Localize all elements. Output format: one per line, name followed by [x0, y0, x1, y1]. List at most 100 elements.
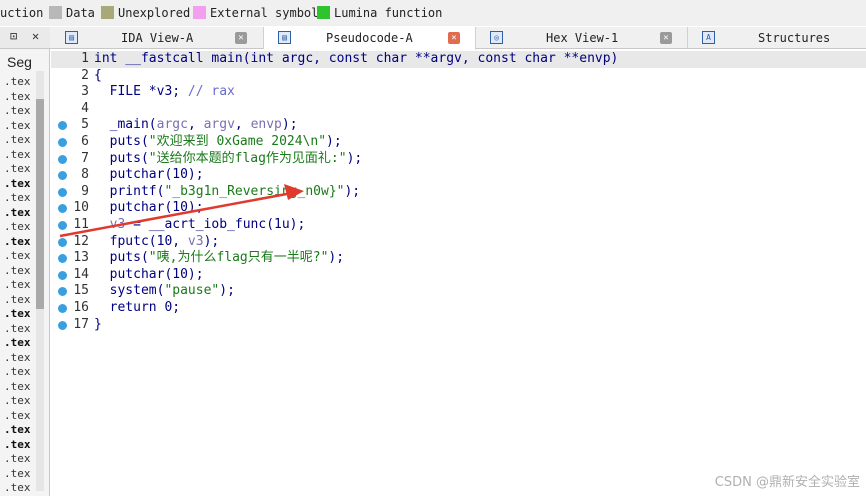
- code-token: putchar(10);: [94, 167, 204, 183]
- list-item[interactable]: .tex: [0, 104, 36, 119]
- breakpoint-dot-icon[interactable]: [58, 204, 67, 214]
- breakpoint-dot-icon[interactable]: [58, 270, 67, 280]
- list-item[interactable]: .tex: [0, 148, 36, 163]
- code-line[interactable]: 6 puts("欢迎来到 0xGame 2024\n");: [51, 134, 866, 151]
- code-text: system("pause");: [94, 283, 235, 300]
- code-line[interactable]: 15 system("pause");: [51, 283, 866, 300]
- tab-structures[interactable]: A Structures: [688, 27, 866, 49]
- code-line[interactable]: 7 puts("送给你本题的flag作为见面礼:");: [51, 151, 866, 168]
- code-line[interactable]: 8 putchar(10);: [51, 167, 866, 184]
- line-number: 12: [73, 233, 89, 249]
- code-line[interactable]: 11 v3 = __acrt_iob_func(1u);: [51, 217, 866, 234]
- breakpoint-dot-icon[interactable]: [58, 171, 67, 181]
- code-text: fputc(10, v3);: [94, 233, 220, 251]
- list-item[interactable]: .tex: [0, 206, 36, 221]
- code-token: puts(: [94, 150, 149, 166]
- list-item[interactable]: .tex: [0, 481, 36, 496]
- tab-hex-view-1[interactable]: ◎ Hex View-1 ✕: [476, 27, 688, 49]
- code-text: puts("咦,为什么flag只有一半呢?");: [94, 250, 344, 267]
- list-item[interactable]: .tex: [0, 467, 36, 482]
- breakpoint-dot-icon[interactable]: [58, 254, 67, 264]
- code-token: puts(: [94, 134, 149, 149]
- list-item[interactable]: .tex: [0, 235, 36, 250]
- tab-pseudocode-a[interactable]: ▤ Pseudocode-A ✕: [264, 27, 476, 50]
- code-line[interactable]: 9 printf("_b3g1n_Reversing_n0w}");: [51, 184, 866, 201]
- list-item[interactable]: .tex: [0, 423, 36, 438]
- breakpoint-dot-icon[interactable]: [58, 154, 67, 164]
- list-item[interactable]: .tex: [0, 322, 36, 337]
- scrollbar-thumb[interactable]: [36, 99, 44, 309]
- close-icon[interactable]: ✕: [660, 32, 672, 44]
- code-token: ,: [187, 117, 204, 133]
- breakpoint-dot-icon[interactable]: [58, 187, 67, 197]
- line-number: 14: [73, 266, 89, 282]
- pin-icon[interactable]: ⊡: [10, 29, 17, 43]
- legend-item-function: uction: [0, 5, 43, 21]
- close-icon[interactable]: ✕: [32, 29, 39, 43]
- code-text: _main(argc, argv, envp);: [94, 117, 298, 134]
- segments-title: Seg: [7, 54, 32, 70]
- code-token: );: [219, 283, 235, 299]
- list-item[interactable]: .tex: [0, 264, 36, 279]
- code-text: puts("欢迎来到 0xGame 2024\n");: [94, 134, 342, 151]
- legend-item-lumina-function: Lumina function: [317, 5, 442, 21]
- list-item[interactable]: .tex: [0, 394, 36, 409]
- code-line[interactable]: 10 putchar(10);: [51, 200, 866, 217]
- code-token: system(: [94, 283, 165, 299]
- code-line[interactable]: 4: [51, 101, 866, 118]
- code-line[interactable]: 13 puts("咦,为什么flag只有一半呢?");: [51, 250, 866, 267]
- breakpoint-dot-icon[interactable]: [58, 304, 67, 313]
- legend-item-unexplored: Unexplored: [101, 5, 190, 21]
- line-number: 7: [81, 150, 89, 166]
- code-line[interactable]: 2{: [51, 68, 866, 85]
- breakpoint-dot-icon[interactable]: [58, 287, 67, 297]
- segments-scrollbar[interactable]: [36, 71, 44, 491]
- variable-token: v3: [187, 233, 204, 249]
- breakpoint-dot-icon[interactable]: [58, 320, 67, 330]
- legend-swatch: [317, 6, 330, 19]
- code-token: }: [94, 316, 102, 332]
- list-item[interactable]: .tex: [0, 336, 36, 351]
- tab-ida-view-a[interactable]: ▤ IDA View-A ✕: [51, 27, 264, 49]
- breakpoint-dot-icon[interactable]: [58, 237, 67, 247]
- code-line[interactable]: 17}: [51, 317, 866, 334]
- list-item[interactable]: .tex: [0, 119, 36, 134]
- code-line[interactable]: 16 return 0;: [51, 300, 866, 317]
- code-line[interactable]: 5 _main(argc, argv, envp);: [51, 117, 866, 134]
- legend-label: Lumina function: [334, 6, 443, 20]
- pseudocode-view[interactable]: 1 int __fastcall main(int argc, const cha…: [51, 50, 866, 496]
- breakpoint-dot-icon[interactable]: [58, 221, 67, 230]
- list-item[interactable]: .tex: [0, 177, 36, 192]
- list-item[interactable]: .tex: [0, 307, 36, 322]
- list-item[interactable]: .tex: [0, 90, 36, 105]
- list-item[interactable]: .tex: [0, 380, 36, 395]
- list-item[interactable]: .tex: [0, 278, 36, 293]
- list-item[interactable]: .tex: [0, 133, 36, 148]
- list-item[interactable]: .tex: [0, 162, 36, 177]
- list-item[interactable]: .tex: [0, 452, 36, 467]
- breakpoint-dot-icon[interactable]: [58, 121, 67, 131]
- breakpoint-dot-icon[interactable]: [58, 138, 67, 147]
- code-token: return 0;: [94, 300, 181, 315]
- list-item[interactable]: .tex: [0, 75, 36, 90]
- code-line[interactable]: 3 FILE *v3; // rax: [51, 84, 866, 101]
- list-item[interactable]: .tex: [0, 191, 36, 206]
- code-token: ,: [234, 117, 251, 133]
- code-token: = __acrt_iob_func(1u);: [125, 217, 306, 232]
- line-number: 10: [73, 200, 89, 216]
- code-token: );: [344, 183, 361, 199]
- code-line[interactable]: 1 int __fastcall main(int argc, const cha…: [51, 51, 866, 68]
- code-line[interactable]: 14 putchar(10);: [51, 267, 866, 284]
- list-item[interactable]: .tex: [0, 365, 36, 380]
- list-item[interactable]: .tex: [0, 293, 36, 308]
- list-item[interactable]: .tex: [0, 249, 36, 264]
- code-line[interactable]: 12 fputc(10, v3);: [51, 234, 866, 251]
- list-item[interactable]: .tex: [0, 351, 36, 366]
- code-token: FILE *v3;: [94, 84, 188, 100]
- list-item[interactable]: .tex: [0, 438, 36, 453]
- code-text: printf("_b3g1n_Reversing_n0w}");: [94, 184, 360, 201]
- close-icon[interactable]: ✕: [235, 32, 247, 44]
- list-item[interactable]: .tex: [0, 220, 36, 235]
- list-item[interactable]: .tex: [0, 409, 36, 424]
- close-icon[interactable]: ✕: [448, 32, 460, 44]
